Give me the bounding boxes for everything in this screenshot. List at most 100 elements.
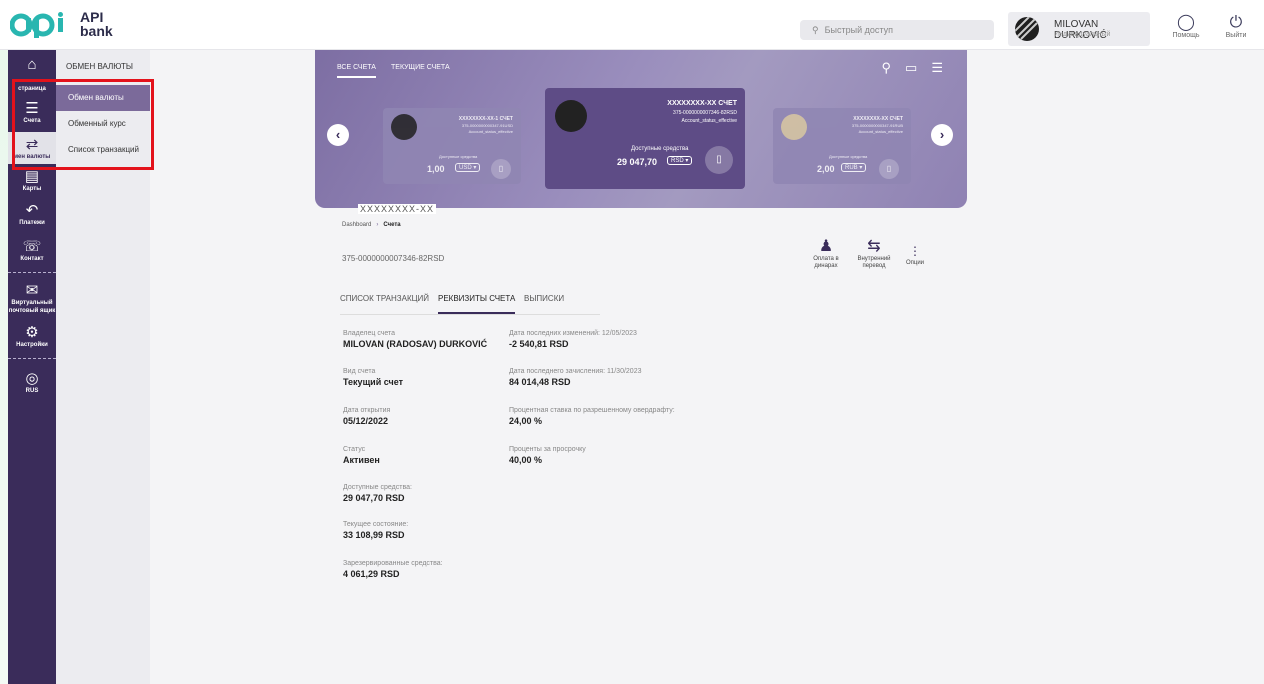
nav-item-settings[interactable]: ⚙ Настройки <box>8 324 56 349</box>
power-icon: ⏻ <box>1229 14 1243 31</box>
help-icon: ◯ <box>1177 14 1195 31</box>
account-alias: XXXXXXXX-XX <box>358 204 437 214</box>
field-label: Проценты за просрочку <box>509 446 586 453</box>
breadcrumb-root[interactable]: Dashboard <box>342 222 371 228</box>
field-label: Процентная ставка по разрешенному овердр… <box>509 407 675 414</box>
card-status: Account_status_effective <box>468 129 513 134</box>
next-arrow-button[interactable]: › <box>931 124 953 146</box>
account-type-field: Вид счета Текущий счет <box>343 368 403 387</box>
nav-item-contact[interactable]: ☏ Контакт <box>8 238 56 263</box>
currency-select[interactable]: RUB ▾ <box>841 163 867 172</box>
options-button[interactable]: ⋮ Опции <box>900 242 930 267</box>
field-label: Дата открытия <box>343 407 391 414</box>
currency-select[interactable]: RSD ▾ <box>667 156 693 165</box>
nav-item-payments[interactable]: ↶ Платежи <box>8 202 56 227</box>
card-logo-icon <box>391 114 417 140</box>
logout-label: Выйти <box>1225 32 1247 39</box>
field-value: MILOVAN (RADOSAV) DURKOVIĆ <box>343 339 488 349</box>
card-status: Account_status_effective <box>681 118 738 124</box>
user-profile[interactable]: MILOVAN DURKOVIĆ Индивидуальный <box>1008 12 1150 46</box>
top-bar: API bank ⚲ Быстрый доступ MILOVAN DURKOVI… <box>0 0 1264 50</box>
tab-all-accounts[interactable]: ВСЕ СЧЕТА <box>337 64 376 78</box>
card-title: XXXXXXXX-XX-1 СЧЕТ <box>458 116 513 122</box>
field-value: 33 108,99 RSD <box>343 530 405 540</box>
list-view-icon[interactable]: ☰ <box>931 60 957 75</box>
card-icon: ▤ <box>24 168 40 185</box>
account-card-rub[interactable]: XXXXXXXX-XX СЧЕТ 375-0000000000347-91RUB… <box>773 108 911 184</box>
card-number: 375-0000000000347-91USD <box>461 123 513 128</box>
tab-current-accounts[interactable]: ТЕКУЩИЕ СЧЕТА <box>391 64 450 71</box>
card-amount: 29 047,70 <box>617 157 658 167</box>
field-value: -2 540,81 RSD <box>509 339 569 349</box>
internal-transfer-button[interactable]: ⇆ Внутренний перевод <box>852 238 896 270</box>
highlight-box <box>12 79 154 170</box>
nav-label: Платежи <box>19 220 45 226</box>
field-value: 29 047,70 RSD <box>343 493 405 503</box>
card-status: Account_status_effective <box>858 129 903 134</box>
account-number: 375-0000000007346-82RSD <box>342 254 445 263</box>
card-logo-icon <box>781 114 807 140</box>
payment-icon: ↶ <box>25 202 39 219</box>
open-date-field: Дата открытия 05/12/2022 <box>343 407 390 426</box>
last-credit-field: Дата последнего зачисления: 11/30/2023 8… <box>509 368 642 387</box>
last-change-field: Дата последних изменений: 12/05/2023 -2 … <box>509 330 637 349</box>
card-number: 375-0000000000347-91RUB <box>851 123 903 128</box>
tab-account-details[interactable]: РЕКВИЗИТЫ СЧЕТА <box>438 294 516 314</box>
current-balance-field: Текущее состояние: 33 108,99 RSD <box>343 521 408 540</box>
tabs-divider <box>340 314 600 315</box>
user-pay-icon: ♟ <box>818 238 834 255</box>
more-icon: ⋮ <box>909 244 921 258</box>
field-label: Текущее состояние: <box>343 521 409 528</box>
field-label: Вид счета <box>343 368 376 375</box>
logo[interactable]: API bank <box>10 8 120 42</box>
help-button[interactable]: ◯ Помощь <box>1166 14 1206 39</box>
card-title: XXXXXXXX-XX СЧЕТ <box>853 116 903 122</box>
field-value: 84 014,48 RSD <box>509 377 571 387</box>
search-icon[interactable]: ⚲ <box>882 60 906 75</box>
action-label: Оплата в динарах <box>813 256 839 269</box>
penalty-rate-field: Проценты за просрочку 40,00 % <box>509 446 586 465</box>
card-title: XXXXXXXX-XX СЧЕТ <box>667 100 737 107</box>
field-label: Владелец счета <box>343 330 396 337</box>
tab-statements[interactable]: ВЫПИСКИ <box>524 294 564 303</box>
field-label: Дата последнего зачисления: 11/30/2023 <box>509 368 642 375</box>
nav-divider <box>8 358 56 359</box>
exchange-button[interactable]: ▯ <box>491 159 511 179</box>
mail-icon: ✉ <box>25 282 39 299</box>
field-value: 40,00 % <box>509 455 543 465</box>
card-number: 375-0000000007346-82RSD <box>673 110 737 116</box>
nav-label: Карты <box>22 186 42 192</box>
globe-icon: ◎ <box>25 370 39 387</box>
currency-value: RUB <box>845 165 858 171</box>
field-label: Статус <box>343 446 366 453</box>
contact-icon: ☏ <box>22 238 42 255</box>
field-value: 4 061,29 RSD <box>343 569 400 579</box>
currency-select[interactable]: USD ▾ <box>455 163 481 172</box>
nav-item-mailbox[interactable]: ✉ Виртуальный почтовый ящик <box>8 282 56 315</box>
field-value: 05/12/2022 <box>343 416 389 426</box>
nav-item-cards[interactable]: ▤ Карты <box>8 168 56 193</box>
reserved-funds-field: Зарезервированные средства: 4 061,29 RSD <box>343 560 443 579</box>
tab-transactions[interactable]: СПИСОК ТРАНЗАКЦИЙ <box>340 294 429 303</box>
prev-arrow-button[interactable]: ‹ <box>327 124 349 146</box>
logo-sub: bank <box>80 23 113 39</box>
gear-icon: ⚙ <box>25 324 39 341</box>
account-card-rsd[interactable]: XXXXXXXX-XX СЧЕТ 375-0000000007346-82RSD… <box>545 88 745 189</box>
card-logo-icon <box>555 100 587 132</box>
card-view-icon[interactable]: ▭ <box>905 60 931 75</box>
search-input[interactable]: ⚲ Быстрый доступ <box>800 20 994 40</box>
search-icon: ⚲ <box>812 25 819 35</box>
exchange-button[interactable]: ▯ <box>705 146 733 174</box>
nav-label: Контакт <box>20 256 44 262</box>
account-card-usd[interactable]: XXXXXXXX-XX-1 СЧЕТ 375-0000000000347-91U… <box>383 108 521 184</box>
logout-button[interactable]: ⏻ Выйти <box>1216 14 1256 39</box>
logo-brand: API <box>80 9 104 25</box>
pay-dinars-button[interactable]: ♟ Оплата в динарах <box>810 238 842 270</box>
owner-field: Владелец счета MILOVAN (RADOSAV) DURKOVI… <box>343 330 487 349</box>
transfer-icon: ⇆ <box>867 238 881 255</box>
nav-item-language[interactable]: ◎ RUS <box>8 370 56 395</box>
field-label: Зарезервированные средства: <box>343 560 443 567</box>
exchange-button[interactable]: ▯ <box>879 159 899 179</box>
field-label: Доступные средства: <box>343 484 412 491</box>
nav-label: RUS <box>25 388 39 394</box>
